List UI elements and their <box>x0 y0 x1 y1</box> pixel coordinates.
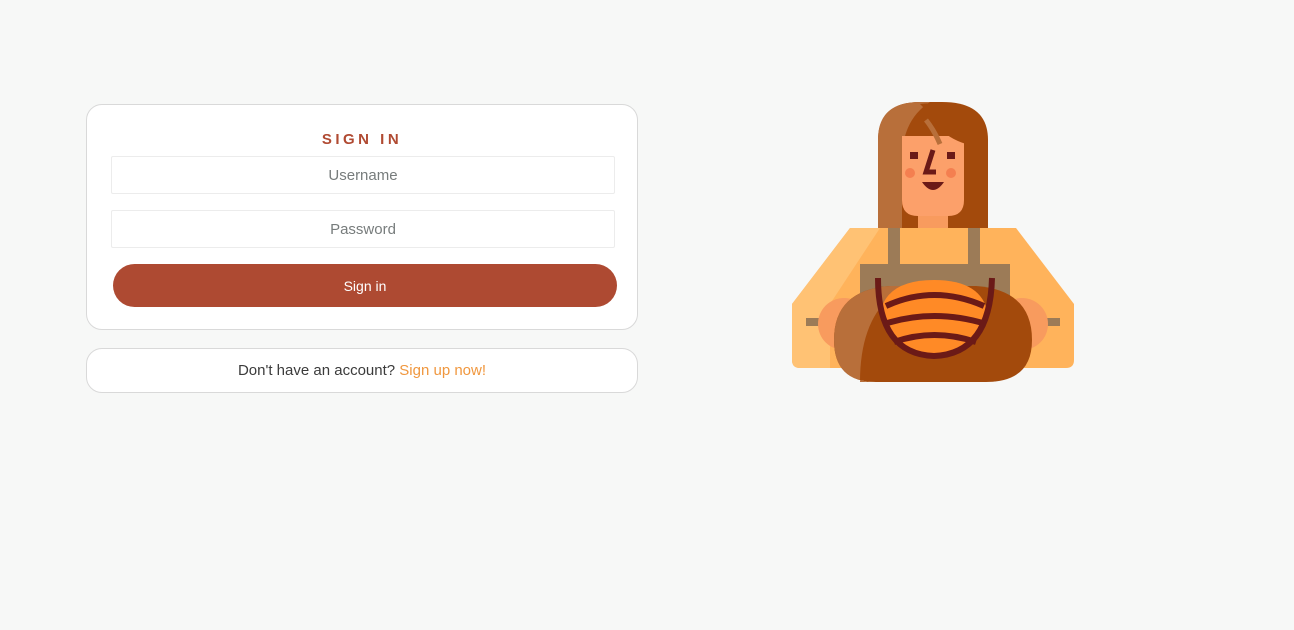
signin-title: SIGN IN <box>321 131 403 148</box>
signin-card: SIGN IN Sign in <box>86 104 638 330</box>
signup-card: Don't have an account? Sign up now! <box>86 348 638 393</box>
login-page: SIGN IN Sign in Don't have an account? S… <box>0 0 1294 630</box>
signup-prompt: Don't have an account? <box>237 362 396 379</box>
signin-button[interactable]: Sign in <box>113 264 617 307</box>
right-eye <box>947 152 955 159</box>
password-input[interactable] <box>111 210 615 248</box>
signup-link[interactable]: Sign up now! <box>399 362 486 379</box>
left-eye <box>910 152 918 159</box>
baker-woman-illustration <box>792 102 1074 382</box>
username-input[interactable] <box>111 156 615 194</box>
